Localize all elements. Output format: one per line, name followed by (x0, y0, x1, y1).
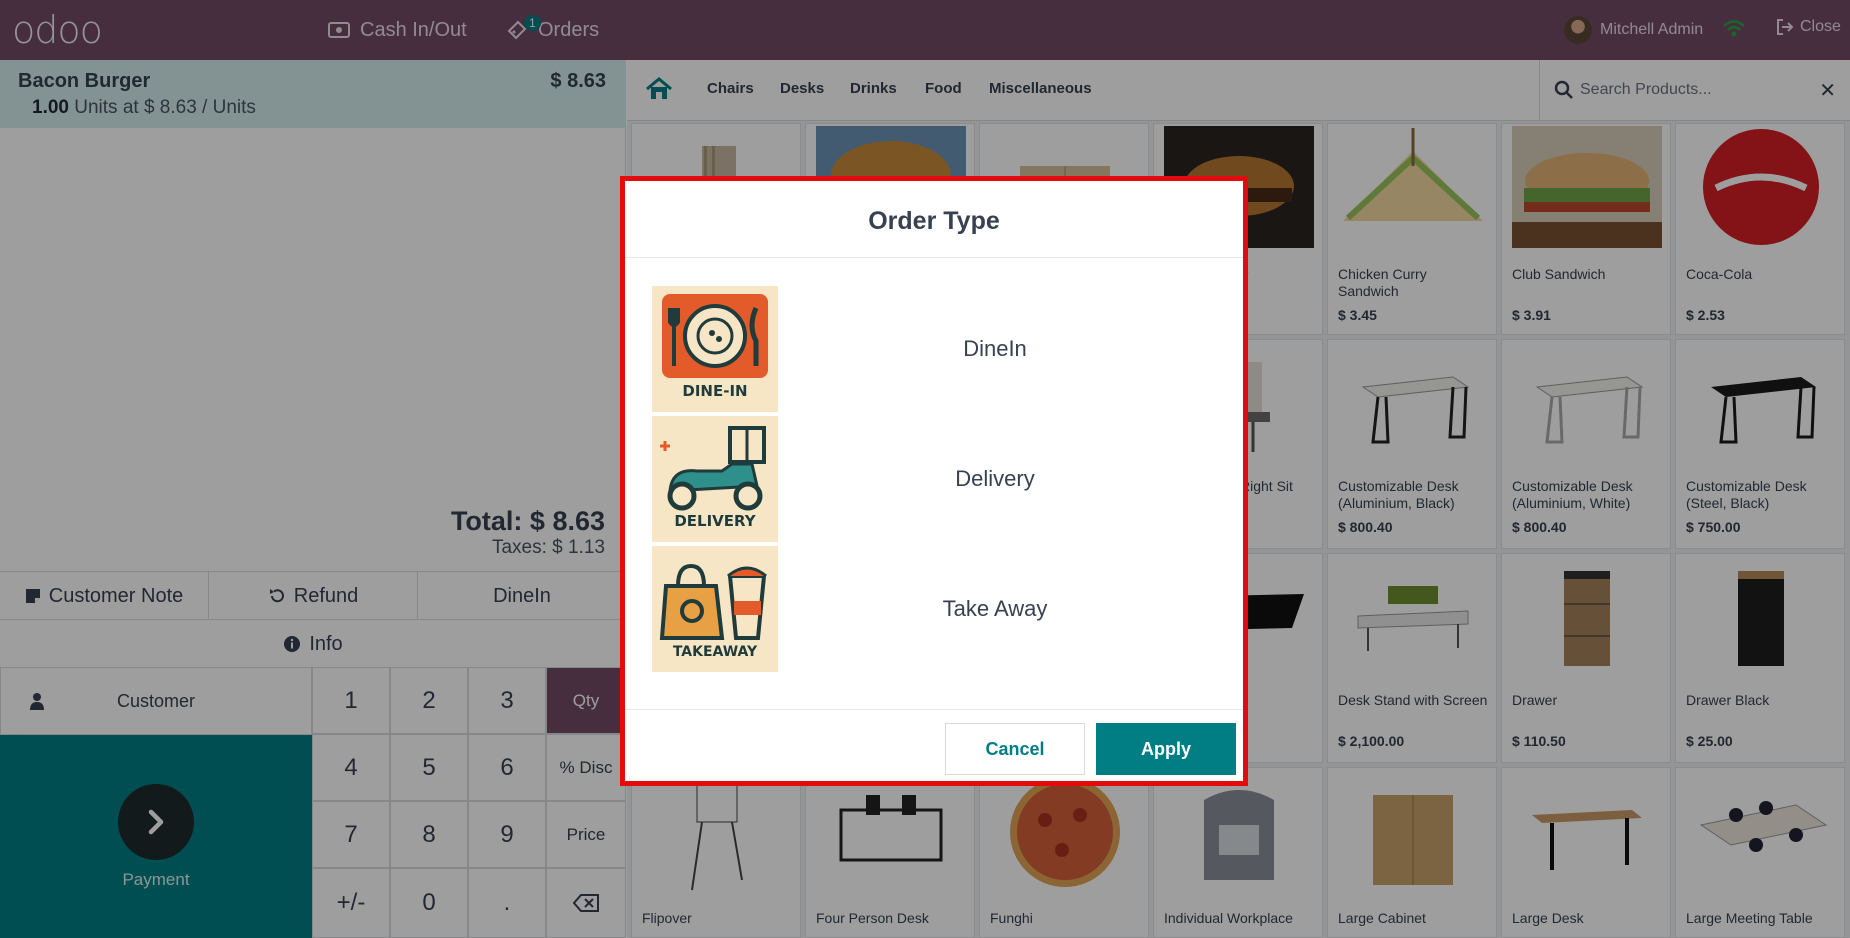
order-type-option-takeaway[interactable]: TAKEAWAY Take Away (652, 546, 1212, 672)
option-label-delivery: Delivery (955, 466, 1035, 491)
delivery-image: DELIVERY (652, 416, 778, 542)
svg-text:DELIVERY: DELIVERY (674, 512, 756, 530)
dialog-footer: Cancel Apply (625, 709, 1243, 781)
cancel-button[interactable]: Cancel (945, 723, 1085, 775)
order-type-option-delivery[interactable]: DELIVERY Delivery (652, 416, 1212, 542)
option-label-dinein: DineIn (963, 336, 1027, 361)
svg-text:DINE-IN: DINE-IN (682, 382, 747, 400)
option-label-takeaway: Take Away (942, 596, 1048, 621)
order-type-dialog: Order Type DINE-IN DineIn DELIVERY Deliv… (620, 176, 1248, 786)
dine-in-image: DINE-IN (652, 286, 778, 412)
order-type-option-dinein[interactable]: DINE-IN DineIn (652, 286, 1212, 412)
takeaway-image: TAKEAWAY (652, 546, 778, 672)
dialog-title: Order Type (625, 181, 1243, 258)
apply-button[interactable]: Apply (1096, 723, 1236, 775)
svg-text:TAKEAWAY: TAKEAWAY (673, 644, 758, 660)
